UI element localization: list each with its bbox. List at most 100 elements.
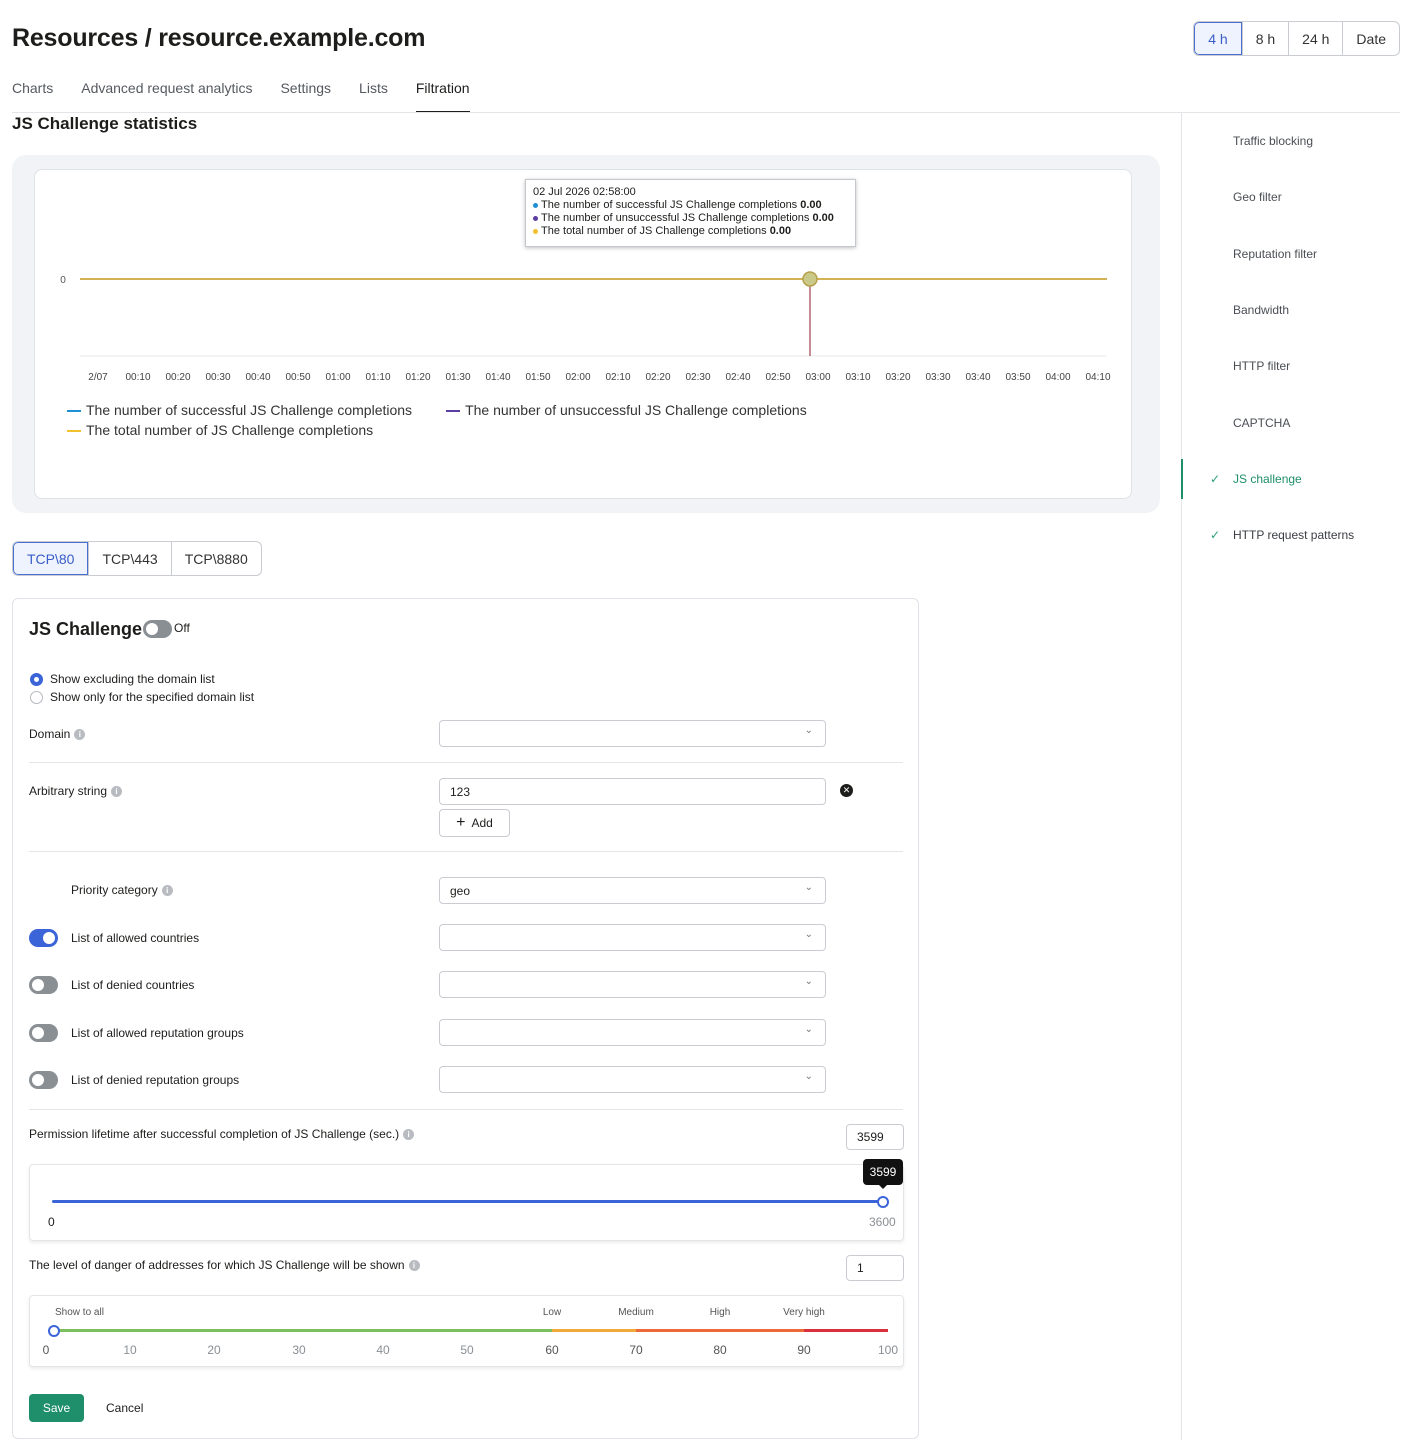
priority-category-select[interactable]: geo ⌄: [439, 877, 826, 904]
tab-charts[interactable]: Charts: [12, 78, 53, 113]
side-nav-reputation-filter[interactable]: Reputation filter: [1182, 226, 1414, 282]
lifetime-slider-card: 3599 0 3600: [29, 1159, 904, 1241]
info-icon[interactable]: i: [74, 729, 86, 741]
denied-countries-toggle[interactable]: [29, 976, 58, 994]
lifetime-input[interactable]: 3599: [846, 1124, 904, 1150]
level-label-low: Low: [542, 1307, 562, 1318]
tooltip-row-unsuccessful: The number of unsuccessful JS Challenge …: [533, 212, 848, 225]
domain-label-text: Domain: [29, 727, 71, 741]
priority-select-value: geo: [450, 884, 471, 898]
tick-label: 100: [877, 1343, 899, 1357]
tooltip-value: 0.00: [800, 199, 822, 211]
clear-icon[interactable]: ✕: [840, 784, 853, 797]
lifetime-slider-handle[interactable]: [877, 1196, 889, 1208]
main-tabs: Charts Advanced request analytics Settin…: [12, 78, 470, 113]
radio-show-excluding[interactable]: [30, 673, 43, 686]
side-nav: Traffic blocking Geo filter Reputation f…: [1181, 113, 1414, 563]
add-button[interactable]: + Add: [439, 809, 510, 837]
info-icon[interactable]: i: [111, 786, 123, 798]
side-nav-http-request-patterns[interactable]: ✓ HTTP request patterns: [1182, 507, 1414, 563]
side-nav-bandwidth[interactable]: Bandwidth: [1182, 282, 1414, 338]
allowed-reputation-groups-select[interactable]: ⌄: [439, 1019, 826, 1046]
chevron-down-icon: ⌄: [804, 1071, 813, 1082]
tab-lists[interactable]: Lists: [359, 78, 388, 113]
port-tcp8880-button[interactable]: TCP\8880: [170, 542, 261, 575]
legend-item-unsuccessful[interactable]: The number of unsuccessful JS Challenge …: [446, 400, 807, 420]
x-tick-label: 03:10: [845, 372, 870, 383]
save-button[interactable]: Save: [29, 1394, 84, 1422]
allowed-countries-select[interactable]: ⌄: [439, 924, 826, 951]
tooltip-value: 0.00: [769, 225, 792, 237]
legend-item-total[interactable]: The total number of JS Challenge complet…: [67, 420, 807, 440]
lifetime-slider-track[interactable]: [52, 1200, 883, 1203]
range-4h-button[interactable]: 4 h: [1194, 22, 1242, 55]
danger-track-red[interactable]: [804, 1329, 888, 1332]
legend-line-icon: [67, 410, 81, 413]
tooltip-date: 02 Jul 2026 02:58:00: [533, 186, 636, 198]
slider-value-tooltip: 3599: [863, 1159, 903, 1185]
port-selector: TCP\80 TCP\443 TCP\8880: [12, 541, 262, 576]
x-tick-label: 02:00: [565, 372, 590, 383]
range-8h-button[interactable]: 8 h: [1241, 22, 1288, 55]
level-label-very-high: Very high: [783, 1307, 825, 1318]
danger-slider-card: Show to all Low Medium High Very high 0 …: [29, 1295, 904, 1367]
tab-settings[interactable]: Settings: [280, 78, 331, 113]
tick-label: 80: [713, 1343, 727, 1357]
tooltip-label: The total number of JS Challenge complet…: [541, 225, 767, 237]
info-icon[interactable]: i: [403, 1129, 415, 1141]
radio-show-only[interactable]: [30, 691, 43, 704]
side-nav-label: CAPTCHA: [1233, 415, 1291, 430]
side-nav-geo-filter[interactable]: Geo filter: [1182, 169, 1414, 225]
x-tick-label: 00:50: [285, 372, 310, 383]
port-tcp80-button[interactable]: TCP\80: [13, 542, 89, 575]
cancel-button[interactable]: Cancel: [106, 1401, 143, 1415]
add-button-label: Add: [471, 816, 493, 830]
level-label-show-to-all: Show to all: [55, 1307, 104, 1318]
danger-label-text: The level of danger of addresses for whi…: [29, 1258, 405, 1272]
series-dot-icon: [533, 202, 538, 208]
legend-item-successful[interactable]: The number of successful JS Challenge co…: [67, 400, 412, 420]
tick-label: 50: [460, 1343, 474, 1357]
danger-slider-handle[interactable]: [48, 1325, 60, 1337]
lifetime-label-text: Permission lifetime after successful com…: [29, 1127, 400, 1141]
side-nav-label: Bandwidth: [1233, 303, 1290, 318]
x-tick-label: 03:30: [925, 372, 950, 383]
side-nav-captcha[interactable]: CAPTCHA: [1182, 394, 1414, 450]
tab-advanced-request-analytics[interactable]: Advanced request analytics: [81, 78, 252, 113]
range-date-button[interactable]: Date: [1342, 22, 1399, 55]
danger-level-input[interactable]: 1: [846, 1255, 904, 1281]
side-nav-traffic-blocking[interactable]: Traffic blocking: [1182, 113, 1414, 169]
denied-reputation-groups-select[interactable]: ⌄: [439, 1066, 826, 1093]
allowed-countries-toggle[interactable]: [29, 929, 58, 947]
info-icon[interactable]: i: [408, 1260, 420, 1272]
side-nav-http-filter[interactable]: HTTP filter: [1182, 338, 1414, 394]
tab-filtration[interactable]: Filtration: [415, 78, 470, 113]
x-tick-label: 00:40: [245, 372, 270, 383]
tooltip-value: 0.00: [812, 212, 834, 224]
danger-level-label: The level of danger of addresses for whi…: [29, 1258, 420, 1272]
toggle-state-label: Off: [174, 621, 190, 635]
side-nav-label: JS challenge: [1233, 471, 1302, 486]
range-24h-button[interactable]: 24 h: [1288, 22, 1342, 55]
danger-track-orange[interactable]: [552, 1329, 636, 1332]
list-label: List of denied reputation groups: [71, 1073, 240, 1087]
x-tick-label: 02:20: [645, 372, 670, 383]
chart-container: 0 2/07 00:10 00:20 00:30 00:40 00:50 01:00 01:10…: [12, 155, 1160, 513]
domain-select[interactable]: ⌄: [439, 720, 826, 747]
denied-countries-select[interactable]: ⌄: [439, 971, 826, 998]
slider-min-label: 0: [48, 1215, 55, 1229]
level-label-high: High: [709, 1307, 731, 1318]
info-icon[interactable]: i: [161, 885, 173, 897]
danger-track-green[interactable]: [55, 1329, 552, 1332]
arbitrary-string-input[interactable]: 123: [439, 778, 826, 805]
arbitrary-label-text: Arbitrary string: [29, 784, 108, 798]
allowed-reputation-groups-toggle[interactable]: [29, 1024, 58, 1042]
js-challenge-toggle[interactable]: [143, 620, 172, 638]
port-tcp443-button[interactable]: TCP\443: [88, 542, 170, 575]
denied-reputation-groups-toggle[interactable]: [29, 1071, 58, 1089]
x-tick-label: 01:40: [485, 372, 510, 383]
x-tick-label: 01:00: [325, 372, 350, 383]
x-tick-label: 02:40: [725, 372, 750, 383]
danger-track-red-orange[interactable]: [636, 1329, 804, 1332]
side-nav-js-challenge[interactable]: ✓ JS challenge: [1181, 451, 1414, 507]
